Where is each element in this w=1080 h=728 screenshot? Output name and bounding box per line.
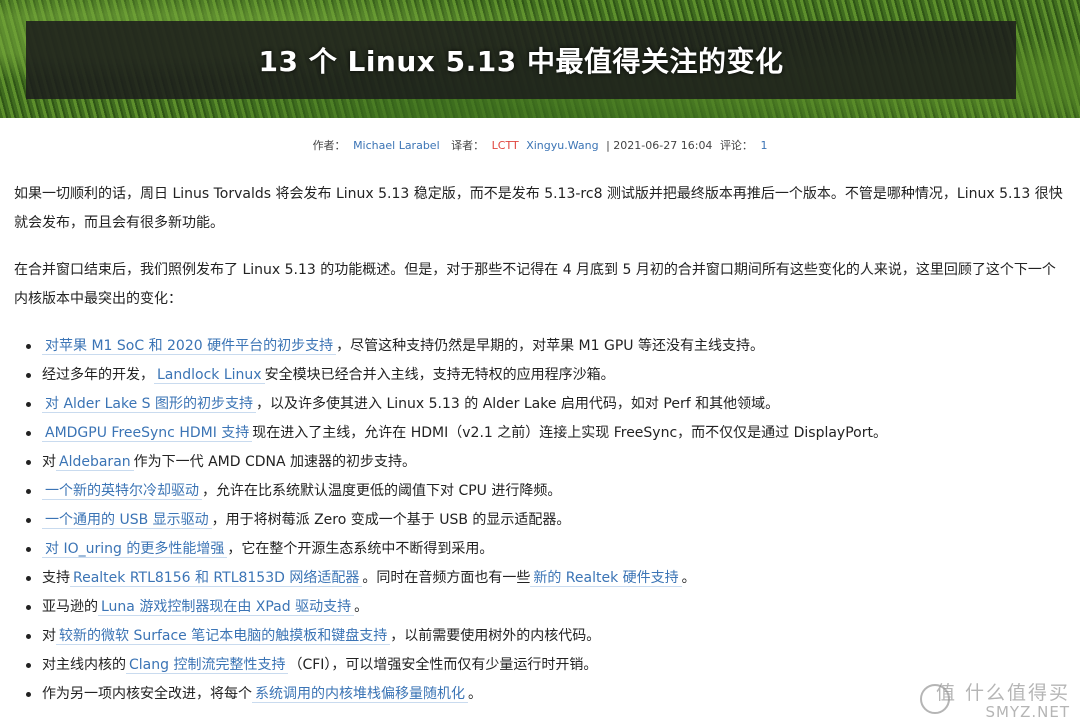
item-text: （CFI），可以增强安全性而仅有少量运行时开销。 — [288, 657, 598, 673]
list-item: 对 IO_uring 的更多性能增强 ，它在整个开源生态系统中不断得到采用。 — [14, 535, 1064, 564]
item-text: 亚马逊的 — [42, 599, 98, 615]
intro-paragraph: 在合并窗口结束后，我们照例发布了 Linux 5.13 的功能概述。但是，对于那… — [14, 262, 1056, 307]
item-text: 。 — [681, 570, 696, 586]
author-label: 作者： — [312, 139, 346, 152]
translator-label: 译者： — [451, 139, 485, 152]
item-link[interactable]: 对 Alder Lake S 图形的初步支持 — [42, 396, 257, 413]
item-text: 。同时在音频方面也有一些 — [362, 570, 531, 586]
item-link[interactable]: Realtek RTL8156 和 RTL8153D 网络适配器 — [70, 570, 363, 587]
item-link[interactable]: 新的 Realtek 硬件支持 — [530, 570, 682, 587]
list-item: 对 Alder Lake S 图形的初步支持 ，以及许多使其进入 Linux 5.… — [14, 390, 1064, 419]
list-item: 支持 Realtek RTL8156 和 RTL8153D 网络适配器 。同时在音频… — [14, 564, 1064, 593]
feature-list: 对苹果 M1 SoC 和 2020 硬件平台的初步支持 ，尽管这种支持仍然是早期的… — [14, 332, 1064, 709]
item-text: 。 — [468, 686, 482, 702]
item-text: 对 — [42, 454, 56, 470]
item-text: ，以及许多使其进入 Linux 5.13 的 Alder Lake 启用代码，如… — [256, 396, 780, 412]
article-title: 13 个 Linux 5.13 中最值得关注的变化 — [258, 45, 784, 78]
hero-banner: 13 个 Linux 5.13 中最值得关注的变化 — [0, 0, 1080, 118]
list-item: 对主线内核的 Clang 控制流完整性支持 （CFI），可以增强安全性而仅有少量运行… — [14, 651, 1064, 680]
item-text: 对 — [42, 628, 56, 644]
item-text: 支持 — [42, 570, 70, 586]
article-body: 如果一切顺利的话，周日 Linus Torvalds 将会发布 Linux 5.… — [14, 180, 1064, 709]
item-text: ，它在整个开源生态系统中不断得到采用。 — [227, 541, 494, 557]
item-text: 作为另一项内核安全改进，将每个 — [42, 686, 252, 702]
item-text: 现在进入了主线，允许在 HDMI（v2.1 之前）连接上实现 FreeSync，… — [252, 425, 887, 441]
item-text: 。 — [354, 599, 369, 615]
hero-title-overlay: 13 个 Linux 5.13 中最值得关注的变化 — [26, 21, 1016, 99]
article-meta: 作者： Michael Larabel 译者： LCTT Xingyu.Wang… — [0, 137, 1080, 153]
item-text: ，允许在比系统默认温度更低的阈值下对 CPU 进行降频。 — [202, 483, 562, 499]
item-link[interactable]: 系统调用的内核堆栈偏移量随机化 — [252, 686, 468, 703]
list-item: 对 Aldebaran 作为下一代 AMD CDNA 加速器的初步支持。 — [14, 448, 1064, 477]
translator-link[interactable]: Xingyu.Wang — [526, 139, 598, 152]
list-item: 作为另一项内核安全改进，将每个 系统调用的内核堆栈偏移量随机化。 — [14, 680, 1064, 709]
item-link[interactable]: 较新的微软 Surface 笔记本电脑的触摸板和键盘支持 — [56, 628, 391, 645]
item-link[interactable]: Aldebaran — [56, 454, 134, 471]
author-link[interactable]: Michael Larabel — [353, 139, 440, 152]
item-text: 对主线内核的 — [42, 657, 126, 673]
item-link[interactable]: 对苹果 M1 SoC 和 2020 硬件平台的初步支持 — [42, 338, 337, 355]
item-text: ，用于将树莓派 Zero 变成一个基于 USB 的显示适配器。 — [211, 512, 571, 528]
comments-label: 评论： — [719, 139, 753, 152]
item-link[interactable]: Landlock Linux — [154, 367, 265, 384]
item-text: ，以前需要使用树外的内核代码。 — [390, 628, 601, 644]
item-text: 安全模块已经合并入主线，支持无特权的应用程序沙箱。 — [264, 367, 615, 383]
watermark-logo-icon — [920, 684, 950, 714]
list-item: 经过多年的开发， Landlock Linux 安全模块已经合并入主线，支持无特权的… — [14, 361, 1064, 390]
item-text: 作为下一代 AMD CDNA 加速器的初步支持。 — [133, 454, 417, 470]
comments-count[interactable]: 1 — [760, 139, 767, 152]
item-link[interactable]: 一个通用的 USB 显示驱动 — [42, 512, 212, 529]
publish-date: | 2021-06-27 16:04 — [606, 139, 713, 152]
site-watermark: 值 什么值得买 SMYZ.NET — [920, 682, 1070, 720]
list-item: 一个通用的 USB 显示驱动 ，用于将树莓派 Zero 变成一个基于 USB 的显… — [14, 506, 1064, 535]
item-text: 经过多年的开发， — [42, 367, 154, 383]
source-link[interactable]: LCTT — [492, 139, 519, 152]
item-link[interactable]: Luna 游戏控制器现在由 XPad 驱动支持 — [98, 599, 355, 616]
item-link[interactable]: Clang 控制流完整性支持 — [126, 657, 289, 674]
list-item: 对苹果 M1 SoC 和 2020 硬件平台的初步支持 ，尽管这种支持仍然是早期的… — [14, 332, 1064, 361]
item-link[interactable]: AMDGPU FreeSync HDMI 支持 — [42, 425, 253, 442]
item-link[interactable]: 对 IO_uring 的更多性能增强 — [42, 541, 228, 558]
list-item: AMDGPU FreeSync HDMI 支持 现在进入了主线，允许在 HDMI（… — [14, 419, 1064, 448]
item-link[interactable]: 一个新的英特尔冷却驱动 — [42, 483, 202, 500]
item-text: ，尽管这种支持仍然是早期的，对苹果 M1 GPU 等还没有主线支持。 — [336, 338, 764, 354]
intro-paragraph: 如果一切顺利的话，周日 Linus Torvalds 将会发布 Linux 5.… — [14, 186, 1063, 231]
list-item: 一个新的英特尔冷却驱动 ，允许在比系统默认温度更低的阈值下对 CPU 进行降频。 — [14, 477, 1064, 506]
list-item: 对较新的微软 Surface 笔记本电脑的触摸板和键盘支持 ，以前需要使用树外的内… — [14, 622, 1064, 651]
list-item: 亚马逊的 Luna 游戏控制器现在由 XPad 驱动支持。 — [14, 593, 1064, 622]
